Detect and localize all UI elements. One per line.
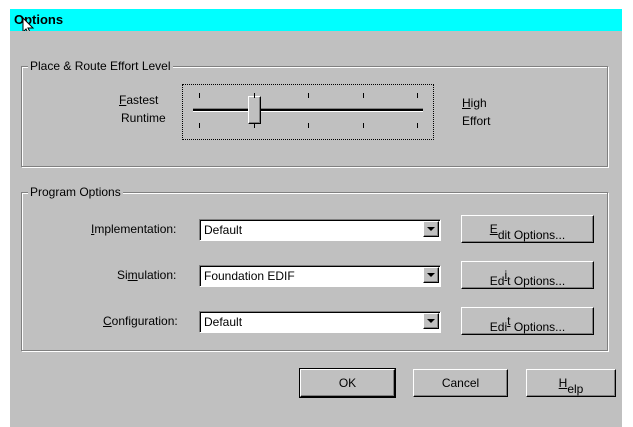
ok-button[interactable]: OK <box>299 368 396 398</box>
cancel-button[interactable]: Cancel <box>413 369 508 397</box>
slider-tick-top <box>417 93 418 98</box>
slider-tick-top <box>253 93 255 98</box>
effort-slider-focus-area <box>182 84 434 140</box>
high-label: High <box>462 96 487 110</box>
program-group-title: Program Options <box>28 185 123 199</box>
options-window: Options Place & Route Effort Level Faste… <box>0 0 633 427</box>
title-bar[interactable]: Options <box>10 9 622 31</box>
chevron-down-icon[interactable] <box>423 267 439 283</box>
configuration-value: Default <box>204 315 243 329</box>
slider-tick-bottom <box>253 123 255 128</box>
slider-tick-bottom <box>417 123 418 128</box>
configuration-label: Configuration: <box>103 314 178 328</box>
simulation-edit-options-button[interactable]: Edit Options... <box>461 261 594 289</box>
effort-group-title: Place & Route Effort Level <box>28 59 173 73</box>
implementation-label: Implementation: <box>91 222 177 236</box>
chevron-down-icon[interactable] <box>423 221 439 237</box>
effort-label: Effort <box>462 114 491 128</box>
implementation-select[interactable]: Default <box>199 219 441 241</box>
dialog-client-area: Place & Route Effort Level Fastest Runti… <box>10 31 622 427</box>
effort-slider-track[interactable] <box>193 108 423 112</box>
runtime-label: Runtime <box>121 111 166 125</box>
simulation-label: Simulation: <box>117 268 177 282</box>
fastest-label: Fastest <box>119 93 159 107</box>
configuration-select[interactable]: Default <box>199 311 441 333</box>
help-button[interactable]: Help <box>526 369 616 397</box>
slider-tick-top <box>199 93 200 98</box>
implementation-value: Default <box>204 223 243 237</box>
slider-tick-top <box>308 93 309 98</box>
chevron-down-icon[interactable] <box>423 313 439 329</box>
configuration-edit-options-button[interactable]: Edit Options... <box>461 307 594 335</box>
slider-tick-bottom <box>199 123 200 128</box>
slider-tick-bottom <box>362 123 364 128</box>
implementation-edit-options-button[interactable]: Edit Options... <box>461 215 594 243</box>
effort-slider-thumb[interactable] <box>247 96 261 124</box>
effort-level-group: Place & Route Effort Level Fastest Runti… <box>21 59 608 167</box>
simulation-value: Foundation EDIF <box>204 269 295 283</box>
slider-tick-bottom <box>308 123 309 128</box>
simulation-select[interactable]: Foundation EDIF <box>199 265 441 287</box>
slider-tick-top <box>362 93 364 98</box>
program-options-group: Program Options Implementation: Default … <box>21 185 608 351</box>
